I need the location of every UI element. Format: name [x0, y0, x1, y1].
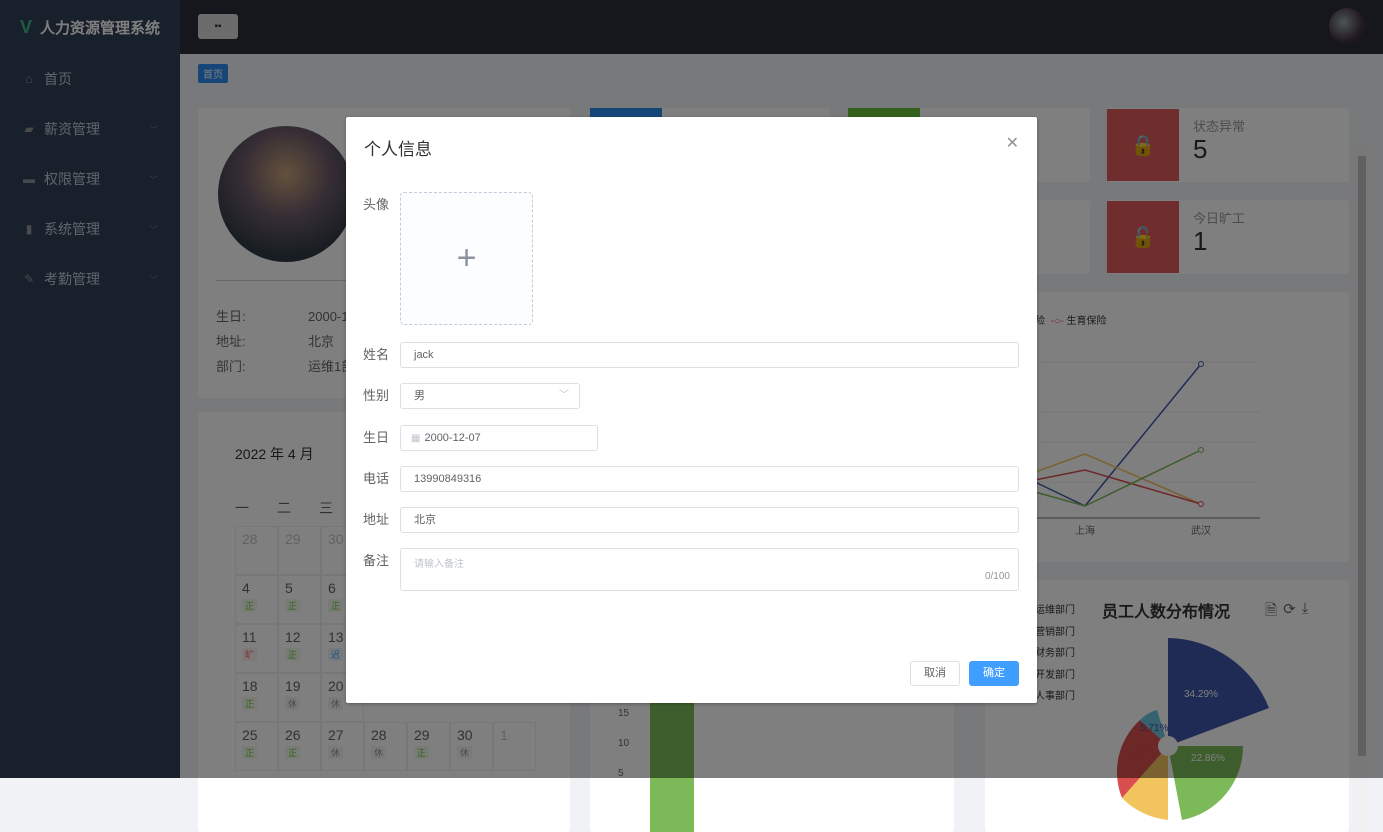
dialog-title: 个人信息: [364, 135, 432, 160]
cancel-button[interactable]: 取消: [910, 661, 960, 686]
calendar-icon: ▦: [411, 433, 420, 444]
address-row: 地址 北京: [363, 507, 1019, 533]
name-input[interactable]: jack: [400, 342, 1019, 368]
address-input[interactable]: 北京: [400, 507, 1019, 533]
name-label: 姓名: [363, 342, 400, 368]
note-textarea[interactable]: 请输入备注 0/100: [400, 548, 1019, 591]
note-row: 备注 请输入备注 0/100: [363, 548, 1019, 591]
profile-dialog: 个人信息 ✕ 头像 + 姓名 jack 性别 男 ﹀ 生日 ▦2000-12-0…: [346, 117, 1037, 703]
avatar-uploader[interactable]: +: [400, 192, 533, 325]
gender-label: 性别: [363, 383, 400, 409]
confirm-button[interactable]: 确定: [969, 661, 1019, 686]
gender-row: 性别 男 ﹀: [363, 383, 580, 409]
chevron-down-icon: ﹀: [559, 384, 569, 408]
close-icon[interactable]: ✕: [1006, 133, 1019, 153]
avatar-label: 头像: [363, 192, 400, 218]
name-row: 姓名 jack: [363, 342, 1019, 368]
note-label: 备注: [363, 548, 400, 574]
gender-select[interactable]: 男 ﹀: [400, 383, 580, 409]
plus-icon: +: [457, 239, 477, 278]
phone-input[interactable]: 13990849316: [400, 466, 1019, 492]
phone-row: 电话 13990849316: [363, 466, 1019, 492]
char-count: 0/100: [985, 571, 1010, 582]
birthday-row: 生日 ▦2000-12-07: [363, 425, 598, 451]
birthday-label: 生日: [363, 425, 400, 451]
address-label: 地址: [363, 507, 400, 533]
phone-label: 电话: [363, 466, 400, 492]
birthday-date-picker[interactable]: ▦2000-12-07: [400, 425, 598, 451]
avatar-row: 头像 +: [363, 192, 533, 325]
